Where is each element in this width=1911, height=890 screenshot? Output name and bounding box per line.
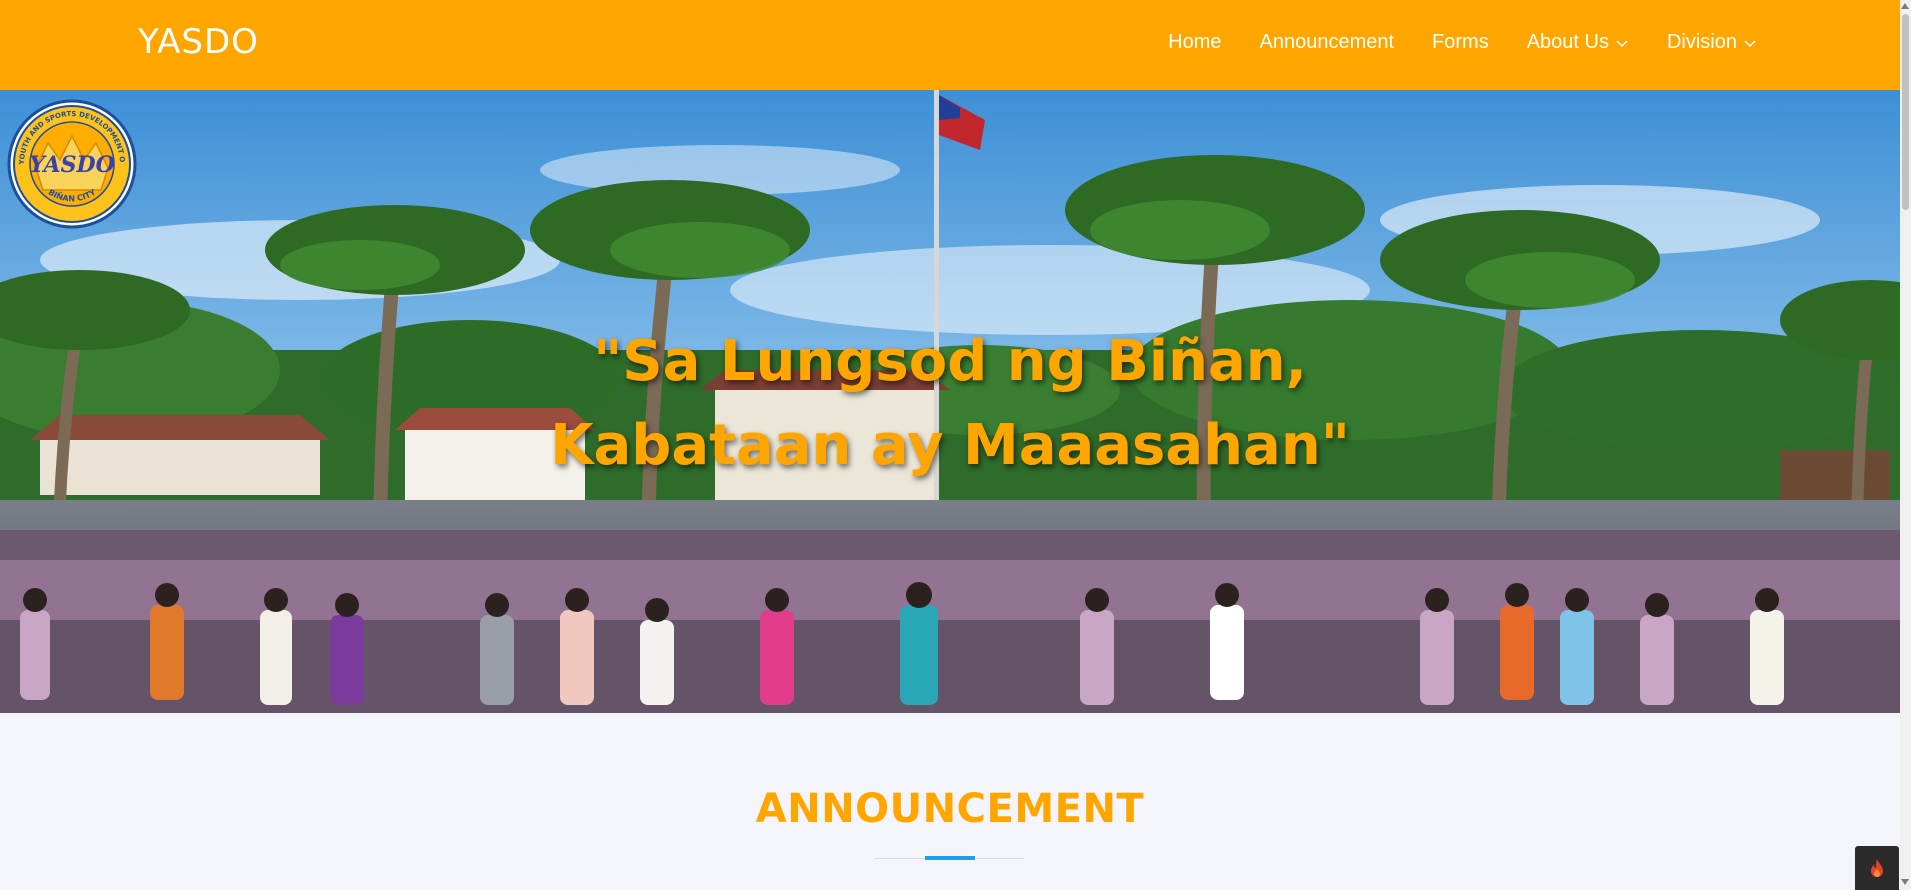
announcement-section-title: ANNOUNCEMENT: [755, 786, 1145, 832]
scrollbar-thumb[interactable]: [1902, 14, 1909, 210]
nav-about-us[interactable]: About Us: [1527, 31, 1629, 54]
hero-headline: "Sa Lungsod ng Biñan, Kabataan ay Maaasa…: [0, 320, 1900, 488]
hero-headline-line1: "Sa Lungsod ng Biñan,: [593, 329, 1307, 394]
main-nav: Home Announcement Forms About Us Divisio…: [1130, 31, 1757, 54]
seal-center-text: YASDO: [29, 152, 115, 178]
nav-home[interactable]: Home: [1168, 31, 1221, 54]
nav-forms[interactable]: Forms: [1432, 31, 1489, 54]
hero-banner: "Sa Lungsod ng Biñan, Kabataan ay Maaasa…: [0, 90, 1900, 713]
fire-icon: [1871, 859, 1883, 877]
floating-widget-button[interactable]: [1855, 846, 1899, 890]
hero-headline-line2: Kabataan ay Maaasahan": [550, 413, 1350, 478]
brand-logo-text[interactable]: YASDO: [138, 22, 259, 62]
nav-announcement-label: Announcement: [1259, 31, 1395, 53]
page-scrollbar[interactable]: [1900, 0, 1911, 890]
top-navbar: YASDO Home Announcement Forms About Us D…: [0, 0, 1900, 90]
city-seal-logo: CITY YOUTH AND SPORTS DEVELOPMENT OFFICE…: [6, 98, 137, 229]
nav-announcement[interactable]: Announcement: [1259, 31, 1394, 54]
chevron-down-icon: [1744, 39, 1756, 47]
scroll-down-arrow-icon[interactable]: [1901, 879, 1909, 885]
nav-about-us-label: About Us: [1526, 31, 1609, 53]
nav-division-label: Division: [1666, 31, 1737, 53]
nav-forms-label: Forms: [1432, 31, 1489, 53]
section-divider-accent: [925, 856, 975, 860]
chevron-down-icon: [1616, 39, 1628, 47]
page: "Sa Lungsod ng Biñan, Kabataan ay Maaasa…: [0, 0, 1900, 890]
scroll-up-arrow-icon[interactable]: [1901, 3, 1909, 9]
nav-home-label: Home: [1168, 31, 1222, 53]
nav-division[interactable]: Division: [1667, 31, 1757, 54]
